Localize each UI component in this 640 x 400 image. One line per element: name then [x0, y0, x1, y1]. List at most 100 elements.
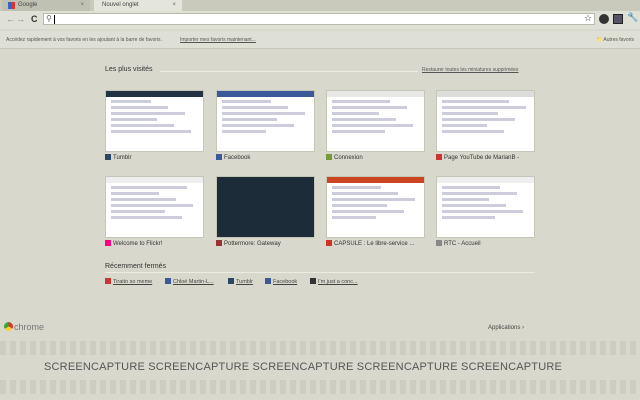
recent-title: Tumblr [236, 279, 253, 285]
favicon-icon [216, 240, 222, 246]
thumbnail-line [332, 204, 387, 207]
restore-thumbnails-link[interactable]: Restaurer toutes les miniatures supprimé… [422, 67, 518, 73]
recently-closed-item[interactable]: Tiraito so meme [105, 278, 152, 285]
thumbnail-line [332, 186, 381, 189]
divider [160, 71, 418, 72]
thumbnail-line [442, 112, 498, 115]
thumbnail-title: RTC - Accueil [444, 241, 481, 247]
thumbnail-line [332, 198, 415, 201]
favicon-icon [436, 240, 442, 246]
tab-new-tab[interactable]: Nouvel onglet × [94, 0, 182, 11]
thumbnail-line [111, 204, 193, 207]
thumbnail-title: Page YouTube de MarianB - [444, 155, 520, 161]
thumbnail-line [111, 130, 191, 133]
thumbnail-line [442, 186, 500, 189]
thumbnail[interactable] [436, 176, 535, 238]
thumbnail-line [111, 186, 187, 189]
recently-closed-item[interactable]: Chloé Martin-L... [165, 278, 214, 285]
thumbnail-line [332, 130, 385, 133]
recently-closed-item[interactable]: I'm just a conc... [310, 278, 358, 285]
thumbnail[interactable] [326, 176, 425, 238]
thumbnail-header [106, 91, 203, 97]
thumbnail-line [332, 210, 404, 213]
thumbnail-line [222, 106, 288, 109]
thumbnail-label[interactable]: Page YouTube de MarianB - [436, 154, 519, 161]
favicon-icon [105, 240, 111, 246]
thumbnail-line [111, 210, 165, 213]
background-ornament [0, 341, 640, 355]
thumbnail-line [442, 216, 495, 219]
thumbnail[interactable] [216, 90, 315, 152]
thumbnail-label[interactable]: Welcome to Flickr! [105, 240, 162, 247]
favicon-icon [216, 154, 222, 160]
thumbnail-title: Tumblr [113, 155, 132, 161]
background-ornament [0, 380, 640, 394]
watermark: SCREENCAPTURE SCREENCAPTURE SCREENCAPTUR… [44, 361, 563, 373]
most-visited-title: Les plus visités [105, 66, 153, 73]
thumbnail-label[interactable]: RTC - Accueil [436, 240, 481, 247]
favicon-icon [326, 154, 332, 160]
bookmark-star-icon[interactable]: ☆ [584, 13, 592, 24]
favicon-icon [436, 154, 442, 160]
thumbnail[interactable] [326, 90, 425, 152]
thumbnail-line [332, 100, 390, 103]
extension-icon[interactable] [599, 14, 609, 24]
tab-strip: Google × Nouvel onglet × [0, 0, 640, 11]
google-favicon-icon [8, 2, 15, 9]
back-icon[interactable]: ← [6, 14, 15, 24]
chrome-logo: chrome [4, 322, 44, 332]
import-bookmarks-link[interactable]: Importer mes favoris maintenant... [180, 31, 256, 49]
thumbnail-line [111, 192, 159, 195]
forward-icon[interactable]: → [16, 14, 25, 24]
thumbnail-line [111, 118, 157, 121]
thumbnail[interactable] [216, 176, 315, 238]
thumbnail-label[interactable]: CAPSULE : Le libre-service ... [326, 240, 414, 247]
divider [105, 272, 535, 273]
thumbnail-line [442, 198, 489, 201]
thumbnail-header [437, 177, 534, 183]
favicon-icon [228, 278, 234, 284]
thumbnail-line [332, 216, 376, 219]
thumbnail[interactable] [436, 90, 535, 152]
tab-label: Google [18, 2, 38, 8]
other-bookmarks-label: Autres favoris [603, 37, 634, 43]
recent-title: Chloé Martin-L... [173, 279, 214, 285]
thumbnail[interactable] [105, 176, 204, 238]
thumbnail-line [222, 124, 294, 127]
thumbnail-title: Pottermore: Gateway [224, 241, 281, 247]
favicon-icon [165, 278, 171, 284]
applications-link[interactable]: Applications › [488, 325, 524, 331]
thumbnail-line [111, 198, 176, 201]
favicon-icon [265, 278, 271, 284]
bookmarks-bar: Accédez rapidement à vos favoris en les … [0, 31, 640, 49]
chrome-logo-icon [4, 322, 13, 331]
thumbnail-line [222, 118, 277, 121]
recent-title: Tiraito so meme [113, 279, 153, 285]
thumbnail-line [442, 210, 523, 213]
thumbnail-label[interactable]: Tumblr [105, 154, 131, 161]
thumbnail-label[interactable]: Pottermore: Gateway [216, 240, 281, 247]
tab-google[interactable]: Google × [2, 0, 90, 11]
recently-closed-item[interactable]: Tumblr [228, 278, 253, 285]
extension-s-icon[interactable] [613, 14, 623, 24]
recent-title: Facebook [273, 279, 298, 285]
favicon-icon [326, 240, 332, 246]
reload-icon[interactable]: C [31, 14, 38, 24]
wrench-icon[interactable]: 🔧 [627, 12, 638, 22]
thumbnail[interactable] [105, 90, 204, 152]
omnibox[interactable]: ⚲ ☆ [43, 13, 595, 25]
thumbnail-label[interactable]: Facebook [216, 154, 250, 161]
thumbnail-line [332, 112, 379, 115]
text-caret [54, 15, 55, 24]
thumbnail-header [437, 91, 534, 97]
favicon-icon [310, 278, 316, 284]
thumbnail-label[interactable]: Connexion [326, 154, 363, 161]
close-tab-icon[interactable]: × [172, 0, 176, 11]
thumbnail-line [442, 118, 515, 121]
thumbnail-line [222, 130, 266, 133]
other-bookmarks[interactable]: 📁 Autres favoris [596, 31, 634, 49]
recently-closed-item[interactable]: Facebook [265, 278, 297, 285]
thumbnail-line [442, 204, 506, 207]
close-tab-icon[interactable]: × [80, 0, 84, 11]
chrome-brand: chrome [14, 322, 45, 332]
